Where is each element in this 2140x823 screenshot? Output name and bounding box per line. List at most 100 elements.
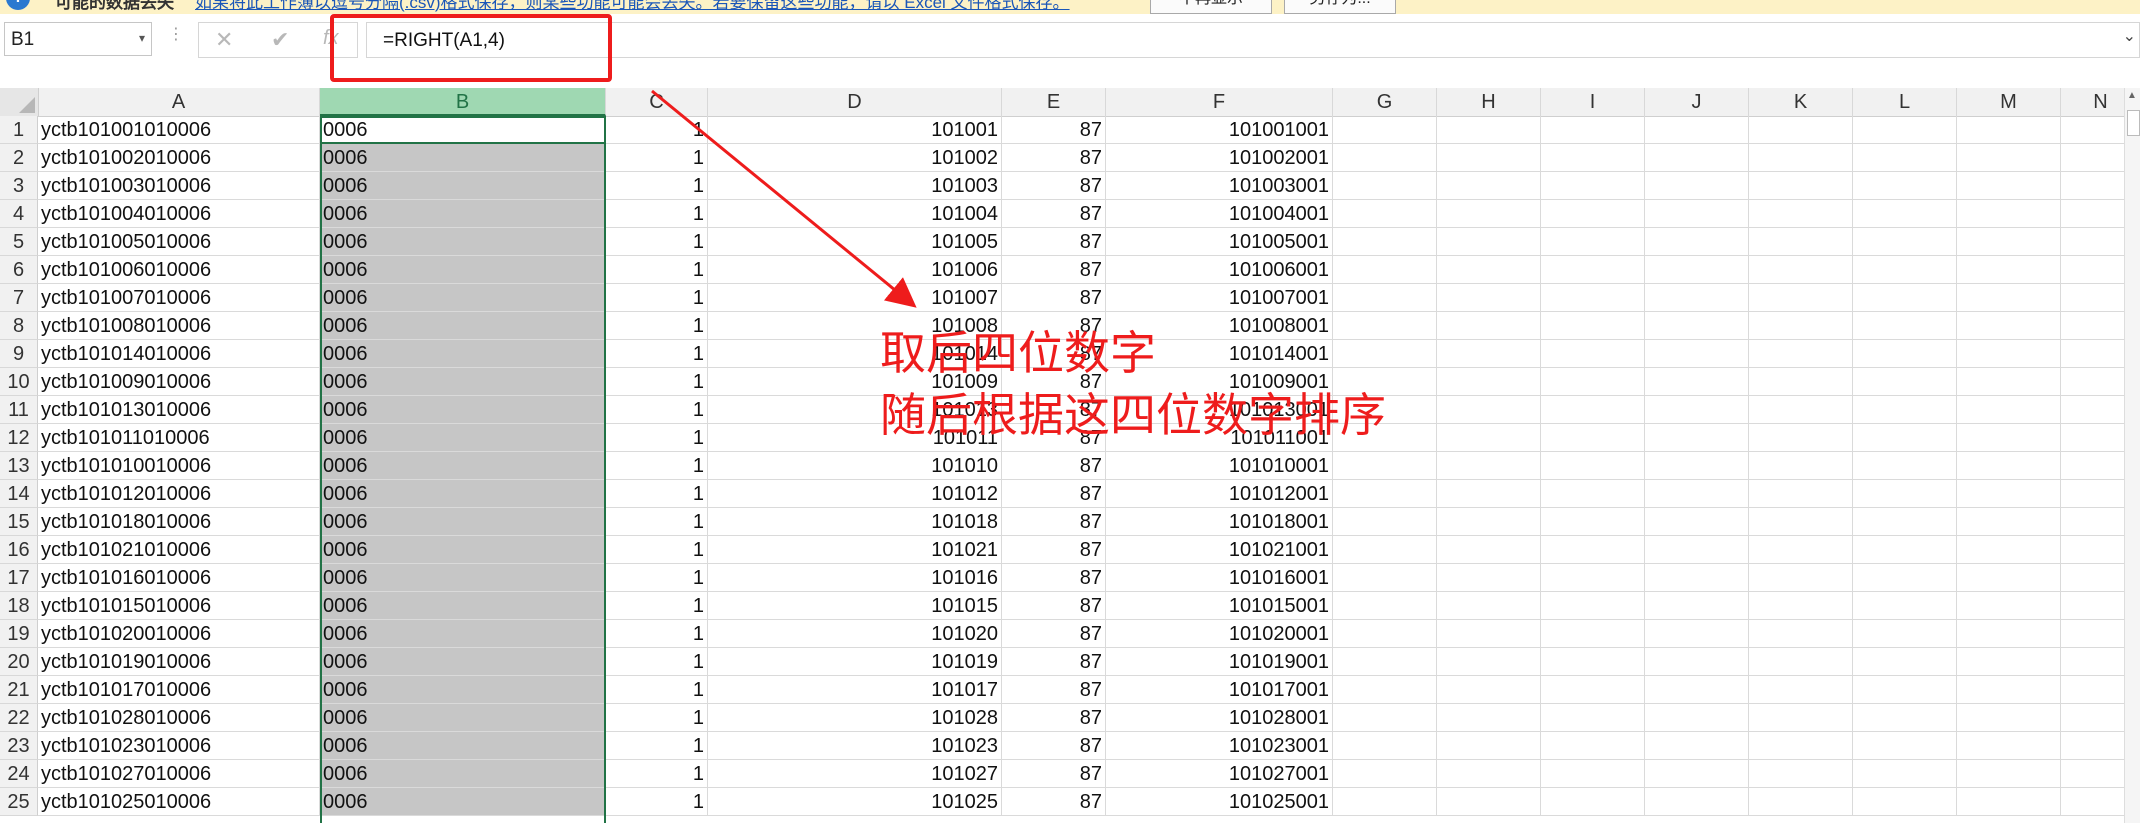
cell-j23[interactable] [1645,732,1749,760]
cell-l17[interactable] [1853,564,1957,592]
cell-j7[interactable] [1645,284,1749,312]
cell-i25[interactable] [1541,788,1645,816]
cell-f1[interactable]: 101001001 [1106,116,1333,144]
cell-a14[interactable]: yctb101012010006 [38,480,320,508]
cell-h22[interactable] [1437,704,1541,732]
cell-f20[interactable]: 101019001 [1106,648,1333,676]
fx-icon[interactable]: fx [323,27,339,50]
cell-b13[interactable]: 0006 [320,452,606,480]
cell-a7[interactable]: yctb101007010006 [38,284,320,312]
cell-f18[interactable]: 101015001 [1106,592,1333,620]
cell-b16[interactable]: 0006 [320,536,606,564]
cell-l15[interactable] [1853,508,1957,536]
cell-k12[interactable] [1749,424,1853,452]
cell-a22[interactable]: yctb101028010006 [38,704,320,732]
cell-l2[interactable] [1853,144,1957,172]
cell-k23[interactable] [1749,732,1853,760]
cell-g22[interactable] [1333,704,1437,732]
cell-m25[interactable] [1957,788,2061,816]
cell-m13[interactable] [1957,452,2061,480]
cell-k25[interactable] [1749,788,1853,816]
cell-d16[interactable]: 101021 [708,536,1002,564]
cell-j11[interactable] [1645,396,1749,424]
cell-m5[interactable] [1957,228,2061,256]
cell-d13[interactable]: 101010 [708,452,1002,480]
cell-l9[interactable] [1853,340,1957,368]
cell-l25[interactable] [1853,788,1957,816]
cell-m3[interactable] [1957,172,2061,200]
column-header-c[interactable]: C [606,88,708,116]
cell-e1[interactable]: 87 [1002,116,1106,144]
cell-d25[interactable]: 101025 [708,788,1002,816]
cell-m17[interactable] [1957,564,2061,592]
cell-a6[interactable]: yctb101006010006 [38,256,320,284]
row-header[interactable]: 12 [0,424,38,452]
cell-h4[interactable] [1437,200,1541,228]
cell-g14[interactable] [1333,480,1437,508]
cell-l10[interactable] [1853,368,1957,396]
cell-l16[interactable] [1853,536,1957,564]
cell-j3[interactable] [1645,172,1749,200]
cell-l12[interactable] [1853,424,1957,452]
cell-b15[interactable]: 0006 [320,508,606,536]
cell-k3[interactable] [1749,172,1853,200]
cell-l4[interactable] [1853,200,1957,228]
cell-m6[interactable] [1957,256,2061,284]
cell-l3[interactable] [1853,172,1957,200]
cell-f19[interactable]: 101020001 [1106,620,1333,648]
cell-c15[interactable]: 1 [606,508,708,536]
column-header-i[interactable]: I [1541,88,1645,116]
cell-i6[interactable] [1541,256,1645,284]
row-header[interactable]: 18 [0,592,38,620]
row-header[interactable]: 19 [0,620,38,648]
cell-a12[interactable]: yctb101011010006 [38,424,320,452]
cell-f23[interactable]: 101023001 [1106,732,1333,760]
cell-k11[interactable] [1749,396,1853,424]
column-header-j[interactable]: J [1645,88,1749,116]
row-header[interactable]: 25 [0,788,38,816]
cell-h19[interactable] [1437,620,1541,648]
cell-g24[interactable] [1333,760,1437,788]
cell-j9[interactable] [1645,340,1749,368]
cell-l1[interactable] [1853,116,1957,144]
row-header[interactable]: 22 [0,704,38,732]
cell-a16[interactable]: yctb101021010006 [38,536,320,564]
row-header[interactable]: 7 [0,284,38,312]
scroll-up-icon[interactable]: ▲ [2127,90,2137,101]
cell-e22[interactable]: 87 [1002,704,1106,732]
cell-i12[interactable] [1541,424,1645,452]
cell-h9[interactable] [1437,340,1541,368]
row-header[interactable]: 2 [0,144,38,172]
cell-j21[interactable] [1645,676,1749,704]
column-header-h[interactable]: H [1437,88,1541,116]
cell-k1[interactable] [1749,116,1853,144]
row-header[interactable]: 5 [0,228,38,256]
cell-j1[interactable] [1645,116,1749,144]
cell-i7[interactable] [1541,284,1645,312]
cell-f4[interactable]: 101004001 [1106,200,1333,228]
cell-k24[interactable] [1749,760,1853,788]
cell-a25[interactable]: yctb101025010006 [38,788,320,816]
cell-g17[interactable] [1333,564,1437,592]
cell-c4[interactable]: 1 [606,200,708,228]
cell-b12[interactable]: 0006 [320,424,606,452]
cell-g13[interactable] [1333,452,1437,480]
row-header[interactable]: 21 [0,676,38,704]
cell-d19[interactable]: 101020 [708,620,1002,648]
cell-k16[interactable] [1749,536,1853,564]
cell-j18[interactable] [1645,592,1749,620]
cell-g8[interactable] [1333,312,1437,340]
cell-c22[interactable]: 1 [606,704,708,732]
cell-b10[interactable]: 0006 [320,368,606,396]
cell-m9[interactable] [1957,340,2061,368]
cell-j8[interactable] [1645,312,1749,340]
cell-c9[interactable]: 1 [606,340,708,368]
cell-e4[interactable]: 87 [1002,200,1106,228]
column-header-f[interactable]: F [1106,88,1333,116]
cell-c17[interactable]: 1 [606,564,708,592]
row-header[interactable]: 6 [0,256,38,284]
row-header[interactable]: 20 [0,648,38,676]
cell-i22[interactable] [1541,704,1645,732]
cell-f14[interactable]: 101012001 [1106,480,1333,508]
cell-k21[interactable] [1749,676,1853,704]
